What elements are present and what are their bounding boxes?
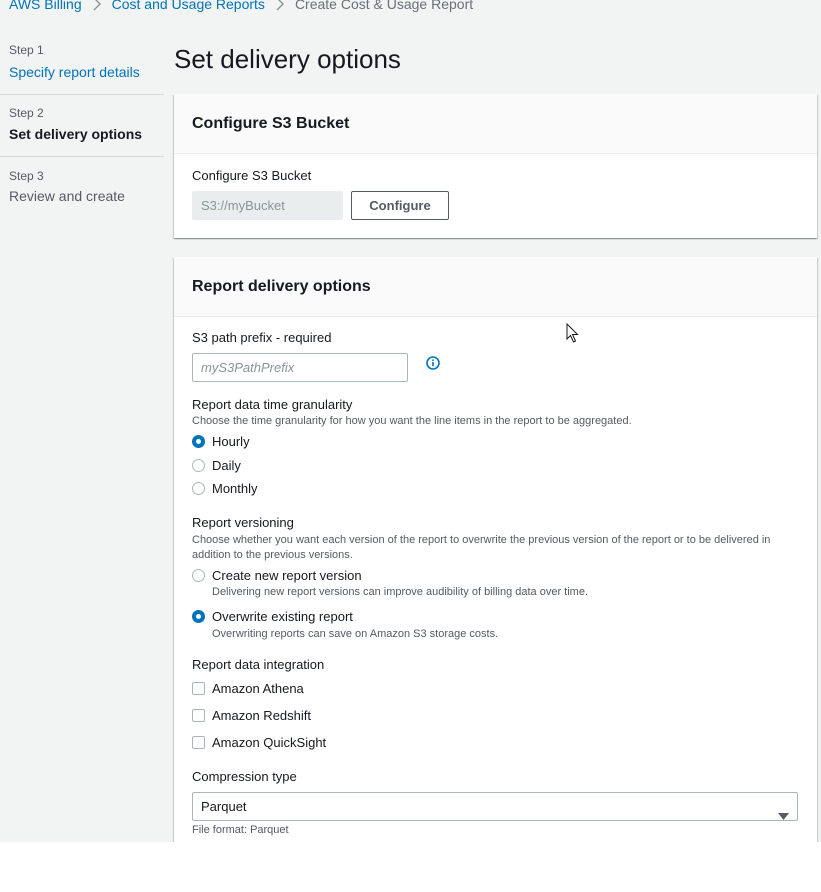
wizard-steps: Step 1 Specify report details Step 2 Set… — [0, 40, 164, 218]
checkbox-athena[interactable]: Amazon Athena — [192, 681, 304, 696]
radio-daily[interactable]: Daily — [192, 458, 241, 473]
configure-button[interactable]: Configure — [351, 191, 449, 220]
radio-overwrite-report[interactable]: Overwrite existing report — [192, 609, 353, 624]
radio-label: Create new report version — [212, 568, 362, 583]
checkbox-quicksight[interactable]: Amazon QuickSight — [192, 735, 326, 750]
breadcrumb-cost-usage-reports[interactable]: Cost and Usage Reports — [112, 0, 265, 12]
radio-button[interactable] — [192, 569, 205, 582]
granularity-label: Report data time granularity — [192, 397, 353, 412]
compression-label: Compression type — [192, 769, 297, 784]
versioning-label: Report versioning — [192, 515, 294, 530]
checkbox-label: Amazon Athena — [212, 681, 304, 696]
radio-hourly[interactable]: Hourly — [192, 434, 250, 449]
s3-bucket-label: Configure S3 Bucket — [192, 168, 312, 183]
step-3: Step 3 Review and create — [0, 156, 164, 218]
checkbox[interactable] — [192, 682, 205, 695]
step-number: Step 3 — [9, 169, 44, 183]
breadcrumb-current: Create Cost & Usage Report — [294, 0, 474, 12]
s3-bucket-input[interactable]: S3://myBucket — [192, 191, 343, 220]
radio-button-checked[interactable] — [192, 435, 205, 448]
panel-title: Configure S3 Bucket — [192, 114, 350, 132]
versioning-description: Choose whether you want each version of … — [192, 534, 771, 561]
mouse-cursor-icon — [566, 322, 580, 344]
checkbox[interactable] — [192, 709, 205, 722]
report-delivery-panel: Report delivery options S3 path prefix -… — [174, 257, 817, 842]
breadcrumb-aws-billing[interactable]: AWS Billing — [9, 0, 82, 12]
step-number: Step 2 — [9, 106, 44, 120]
compression-hint: File format: Parquet — [192, 824, 289, 836]
info-icon[interactable] — [426, 356, 440, 370]
step-number: Step 1 — [9, 43, 44, 57]
radio-label: Monthly — [212, 481, 258, 496]
radio-label: Overwrite existing report — [212, 609, 353, 624]
radio-button[interactable] — [192, 482, 205, 495]
radio-label: Daily — [212, 458, 241, 473]
page-title: Set delivery options — [174, 44, 401, 74]
radio-button-checked[interactable] — [192, 610, 205, 623]
step-2-title: Set delivery options — [9, 126, 143, 142]
integration-label: Report data integration — [192, 657, 325, 672]
chevron-right-icon — [92, 0, 102, 11]
chevron-right-icon — [275, 0, 285, 11]
compression-select[interactable]: Parquet — [192, 792, 798, 821]
radio-create-new-version[interactable]: Create new report version — [192, 568, 362, 583]
caret-down-icon — [778, 803, 789, 820]
step-1-link[interactable]: Specify report details — [9, 62, 155, 82]
checkbox-label: Amazon QuickSight — [212, 735, 327, 750]
checkbox-redshift[interactable]: Amazon Redshift — [192, 708, 311, 723]
panel-title: Report delivery options — [192, 277, 371, 295]
panel-header: Report delivery options — [174, 257, 817, 317]
granularity-description: Choose the time granularity for how you … — [192, 415, 632, 427]
path-prefix-label: S3 path prefix - required — [192, 330, 332, 345]
radio-description: Overwriting reports can save on Amazon S… — [212, 628, 499, 640]
checkbox-label: Amazon Redshift — [212, 708, 311, 723]
radio-button[interactable] — [192, 459, 205, 472]
path-prefix-input[interactable]: myS3PathPrefix — [192, 353, 408, 382]
radio-description: Delivering new report versions can impro… — [212, 586, 589, 598]
panel-header: Configure S3 Bucket — [174, 94, 817, 154]
configure-s3-panel: Configure S3 Bucket Configure S3 Bucket … — [174, 94, 817, 238]
radio-monthly[interactable]: Monthly — [192, 481, 258, 496]
radio-label: Hourly — [212, 434, 250, 449]
breadcrumb: AWS Billing Cost and Usage Reports Creat… — [9, 0, 473, 12]
app-window: AWS Billing Cost and Usage Reports Creat… — [0, 0, 821, 842]
step-1: Step 1 Specify report details — [0, 40, 164, 94]
step-2: Step 2 Set delivery options — [0, 94, 164, 156]
select-value: Parquet — [201, 799, 247, 814]
checkbox[interactable] — [192, 736, 205, 749]
step-3-title: Review and create — [9, 188, 125, 204]
